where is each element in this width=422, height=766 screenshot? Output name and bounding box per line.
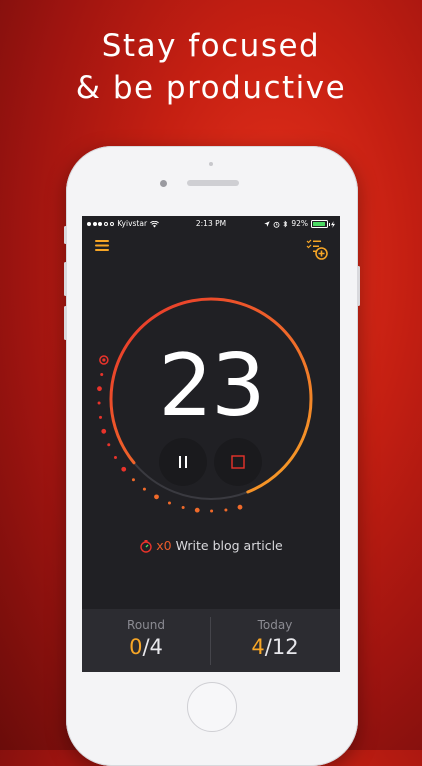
today-stat: Today 4/12 [211,617,339,661]
pause-icon [179,456,187,468]
ring-trail-dot [107,443,111,447]
timer-minutes: 23 [158,336,265,436]
ring-trail-dot [181,505,185,509]
stopwatch-icon [140,540,152,553]
phone-volume-down [64,306,67,340]
stop-button[interactable] [214,438,262,486]
phone-speaker [187,180,239,186]
ring-trail-dot [113,455,117,459]
ring-trail-dot [121,466,127,472]
current-task[interactable]: x0 Write blog article [82,537,340,555]
headline-line-2: & be productive [75,70,347,106]
phone-camera [160,180,167,187]
phone-power-button [357,266,360,306]
pause-button[interactable] [159,438,207,486]
ring-trail-dot [154,494,159,500]
ring-trail-dot [194,507,200,513]
stop-icon [231,455,245,469]
home-button[interactable] [187,682,237,732]
ring-trail-dot [167,501,171,505]
stats-panel: Round 0/4 Today 4/12 [82,609,340,672]
task-pomodoro-count: x0 [156,538,172,553]
ring-trail-dot [131,478,135,482]
ring-trail-dot [210,509,214,513]
round-stat: Round 0/4 [82,617,210,661]
phone-mute-switch [64,226,67,244]
round-total: /4 [142,635,163,659]
today-current: 4 [251,635,265,659]
phone-sensor [209,162,213,166]
headline-line-1: Stay focused [101,28,321,64]
app-screen: Kyivstar 2:13 PM 92% 23 x0 Write blog ar… [82,216,340,672]
ring-trail-dot [224,508,228,512]
round-label: Round [127,618,165,632]
ring-trail-dot [142,487,146,491]
phone-volume-up [64,262,67,296]
timer-ring [97,297,313,513]
round-current: 0 [129,635,143,659]
ring-trail-dot [237,504,243,510]
today-total: /12 [264,635,299,659]
today-label: Today [257,618,293,632]
task-name: Write blog article [175,538,283,553]
